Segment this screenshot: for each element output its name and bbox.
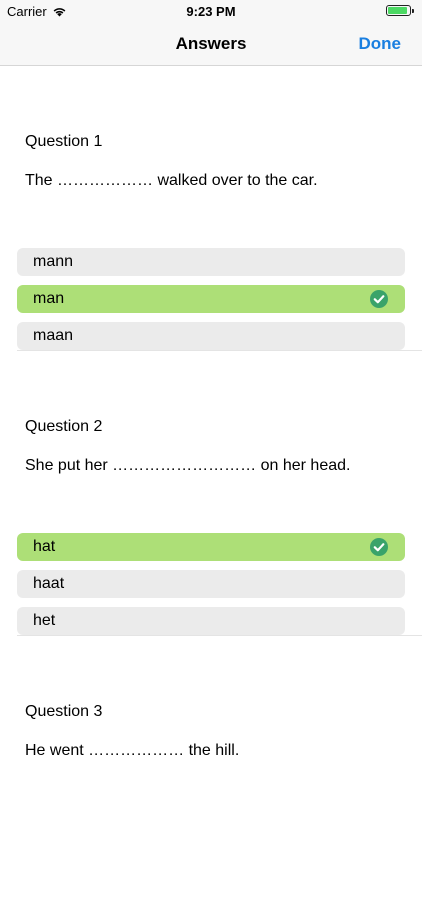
battery-icon <box>386 5 411 16</box>
status-bar: Carrier 9:23 PM <box>0 0 422 22</box>
answer-option[interactable]: maan <box>17 322 405 350</box>
battery-nub <box>412 8 414 13</box>
answer-option-label: haat <box>33 575 65 592</box>
answer-option[interactable]: man <box>17 285 405 313</box>
question-card: Question 3 He went ……………… the hill. <box>0 636 422 921</box>
question-card: Question 1 The ……………… walked over to the… <box>0 66 422 351</box>
answer-option[interactable]: hat <box>17 533 405 561</box>
question-card: Question 2 She put her ……………………… on her … <box>0 351 422 636</box>
answer-option[interactable]: het <box>17 607 405 635</box>
answer-option-label: hat <box>33 538 56 555</box>
question-text: She put her ……………………… on her head. <box>25 457 351 474</box>
question-label: Question 2 <box>25 418 103 435</box>
status-time: 9:23 PM <box>186 4 236 19</box>
answers-list[interactable]: Question 1 The ……………… walked over to the… <box>0 66 422 921</box>
answer-option[interactable]: haat <box>17 570 405 598</box>
question-text: The ……………… walked over to the car. <box>25 172 318 189</box>
checkmark-icon <box>370 290 388 308</box>
answer-option-label: man <box>33 290 65 307</box>
question-label: Question 3 <box>25 703 103 720</box>
battery-level <box>388 7 407 14</box>
answer-option[interactable]: mann <box>17 248 405 276</box>
status-right <box>386 5 414 16</box>
answer-option-label: maan <box>33 327 74 344</box>
question-label: Question 1 <box>25 133 103 150</box>
answer-options: mann man maan <box>17 248 405 359</box>
answer-options: hat haat het <box>17 533 405 644</box>
done-button[interactable]: Done <box>359 34 402 54</box>
question-text: He went ……………… the hill. <box>25 742 240 759</box>
answer-option-label: mann <box>33 253 74 270</box>
checkmark-icon <box>370 538 388 556</box>
answer-option-label: het <box>33 612 56 629</box>
navigation-bar: Answers Done <box>0 22 422 66</box>
